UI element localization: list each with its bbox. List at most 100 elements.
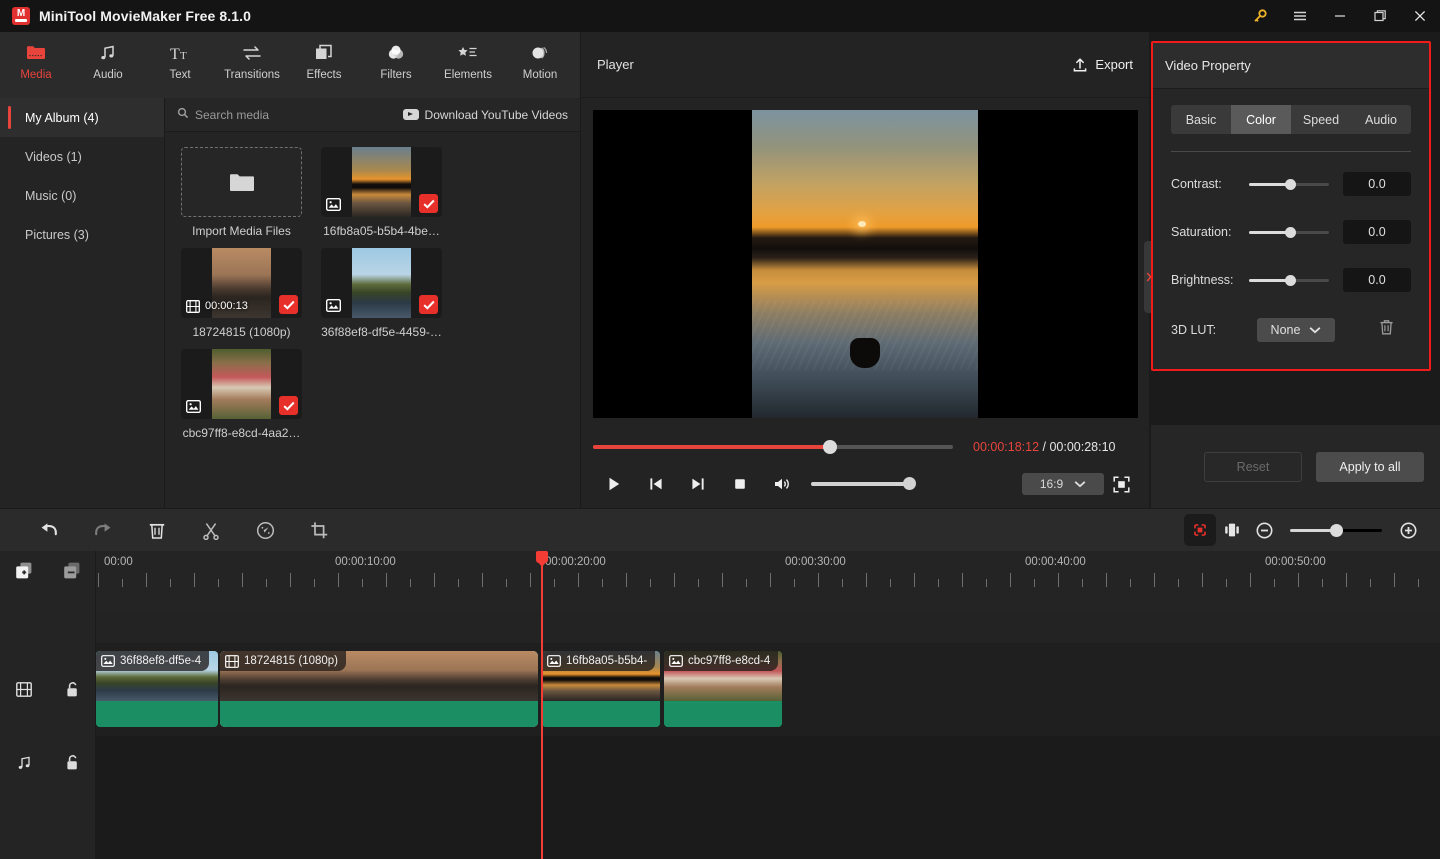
delete-button[interactable]: [130, 509, 184, 551]
media-checkbox[interactable]: [419, 194, 438, 213]
zoom-out-button[interactable]: [1248, 514, 1280, 546]
video-track-lock-button[interactable]: [48, 681, 96, 698]
media-checkbox[interactable]: [279, 396, 298, 415]
media-thumbnail[interactable]: [321, 147, 442, 217]
chevron-down-icon: [1074, 477, 1086, 491]
tab-audio-label: Audio: [1365, 112, 1397, 127]
maximize-icon[interactable]: [1360, 0, 1400, 32]
volume-button[interactable]: [761, 468, 803, 500]
brightness-value[interactable]: 0.0: [1343, 268, 1411, 292]
search-input[interactable]: [195, 107, 355, 122]
clip-name-text: 36f88ef8-df5e-4: [120, 655, 202, 667]
tab-audio-label: Audio: [93, 69, 123, 81]
sidebar-item-videos[interactable]: Videos (1): [0, 137, 164, 176]
brightness-slider-handle[interactable]: [1285, 274, 1296, 286]
seek-handle[interactable]: [823, 440, 837, 454]
redo-button[interactable]: [76, 509, 130, 551]
crop-button[interactable]: [292, 509, 346, 551]
export-button[interactable]: Export: [1072, 57, 1133, 73]
volume-handle[interactable]: [903, 477, 916, 490]
fullscreen-button[interactable]: [1104, 469, 1138, 499]
media-thumbnail[interactable]: 00:00:13: [181, 248, 302, 318]
clip-title: 36f88ef8-df5e-4: [96, 651, 210, 671]
lut-select[interactable]: None: [1257, 318, 1335, 342]
contrast-slider-handle[interactable]: [1285, 178, 1296, 190]
timeline-clip[interactable]: cbc97ff8-e8cd-4: [664, 651, 782, 727]
timeline-clip[interactable]: 36f88ef8-df5e-4: [96, 651, 218, 727]
seek-bar[interactable]: [593, 440, 953, 454]
tab-elements[interactable]: Elements: [432, 32, 504, 98]
ruler-label: 00:00:10:00: [335, 556, 396, 568]
key-icon[interactable]: [1240, 0, 1280, 32]
saturation-slider-handle[interactable]: [1285, 226, 1296, 238]
tab-media[interactable]: Media: [0, 32, 72, 98]
aspect-ratio-select[interactable]: 16:9: [1022, 473, 1104, 495]
player-controls: 16:9: [593, 468, 1138, 500]
tab-speed[interactable]: Speed: [1291, 105, 1351, 134]
thumbnail-image: [352, 147, 411, 217]
timeline-clip[interactable]: 16fb8a05-b5b4-: [542, 651, 660, 727]
video-preview[interactable]: [593, 110, 1138, 418]
previous-frame-button[interactable]: [635, 468, 677, 500]
minimize-icon[interactable]: [1320, 0, 1360, 32]
remove-track-button[interactable]: [48, 561, 96, 581]
text-icon: TT: [169, 41, 191, 65]
close-icon[interactable]: [1400, 0, 1440, 32]
window-title: MiniTool MovieMaker Free 8.1.0: [39, 8, 252, 24]
ruler-label: 00:00:20:00: [545, 556, 606, 568]
tab-transitions[interactable]: Transitions: [216, 32, 288, 98]
timeline-zoom-slider[interactable]: [1290, 523, 1382, 537]
sidebar-item-pictures[interactable]: Pictures (3): [0, 215, 164, 254]
tab-audio[interactable]: Audio: [1351, 105, 1411, 134]
add-track-button[interactable]: [0, 561, 48, 581]
reset-button[interactable]: Reset: [1204, 451, 1302, 482]
audio-track-lane[interactable]: [96, 736, 1440, 789]
auto-detect-button[interactable]: [1184, 514, 1216, 546]
tab-color[interactable]: Color: [1231, 105, 1291, 134]
media-thumbnail[interactable]: [181, 349, 302, 419]
timeline-ruler[interactable]: 00:00 00:00:10:00 00:00:20:00 00:00:30:0…: [96, 551, 1440, 591]
time-separator: /: [1039, 440, 1050, 454]
tab-effects[interactable]: Effects: [288, 32, 360, 98]
reset-label: Reset: [1236, 459, 1270, 474]
contrast-value[interactable]: 0.0: [1343, 172, 1411, 196]
next-frame-button[interactable]: [677, 468, 719, 500]
download-youtube-button[interactable]: Download YouTube Videos: [402, 108, 568, 122]
split-button[interactable]: [184, 509, 238, 551]
audio-track-lock-button[interactable]: [48, 754, 96, 771]
tab-filters[interactable]: Filters: [360, 32, 432, 98]
play-button[interactable]: [593, 468, 635, 500]
tab-basic[interactable]: Basic: [1171, 105, 1231, 134]
zoom-in-button[interactable]: [1392, 514, 1424, 546]
speed-button[interactable]: [238, 509, 292, 551]
saturation-value[interactable]: 0.0: [1343, 220, 1411, 244]
filters-icon: [386, 41, 406, 65]
tab-motion[interactable]: Motion: [504, 32, 576, 98]
saturation-slider[interactable]: [1249, 226, 1329, 238]
media-grid: Import Media Files 16fb8a05-b5b4-4be… 00…: [165, 132, 580, 450]
media-thumbnail[interactable]: [321, 248, 442, 318]
undo-button[interactable]: [22, 509, 76, 551]
media-checkbox[interactable]: [419, 295, 438, 314]
sidebar-item-my-album[interactable]: My Album (4): [0, 98, 164, 137]
contrast-slider[interactable]: [1249, 178, 1329, 190]
brightness-label: Brightness:: [1171, 273, 1234, 287]
tab-audio[interactable]: Audio: [72, 32, 144, 98]
fit-to-window-button[interactable]: [1216, 514, 1248, 546]
volume-slider[interactable]: [811, 477, 916, 490]
apply-to-all-button[interactable]: Apply to all: [1316, 451, 1424, 482]
media-item: cbc97ff8-e8cd-4aa2…: [181, 349, 321, 440]
sidebar-item-music[interactable]: Music (0): [0, 176, 164, 215]
tab-text[interactable]: TT Text: [144, 32, 216, 98]
stop-button[interactable]: [719, 468, 761, 500]
clip-body: [220, 701, 538, 727]
delete-lut-button[interactable]: [1379, 319, 1394, 341]
timeline-clip[interactable]: 18724815 (1080p): [220, 651, 538, 727]
import-media-button[interactable]: [181, 147, 302, 217]
search-media[interactable]: [177, 106, 403, 124]
playhead[interactable]: [536, 551, 548, 859]
timeline-zoom-handle[interactable]: [1330, 523, 1343, 537]
brightness-slider[interactable]: [1249, 274, 1329, 286]
menu-icon[interactable]: [1280, 0, 1320, 32]
media-checkbox[interactable]: [279, 295, 298, 314]
